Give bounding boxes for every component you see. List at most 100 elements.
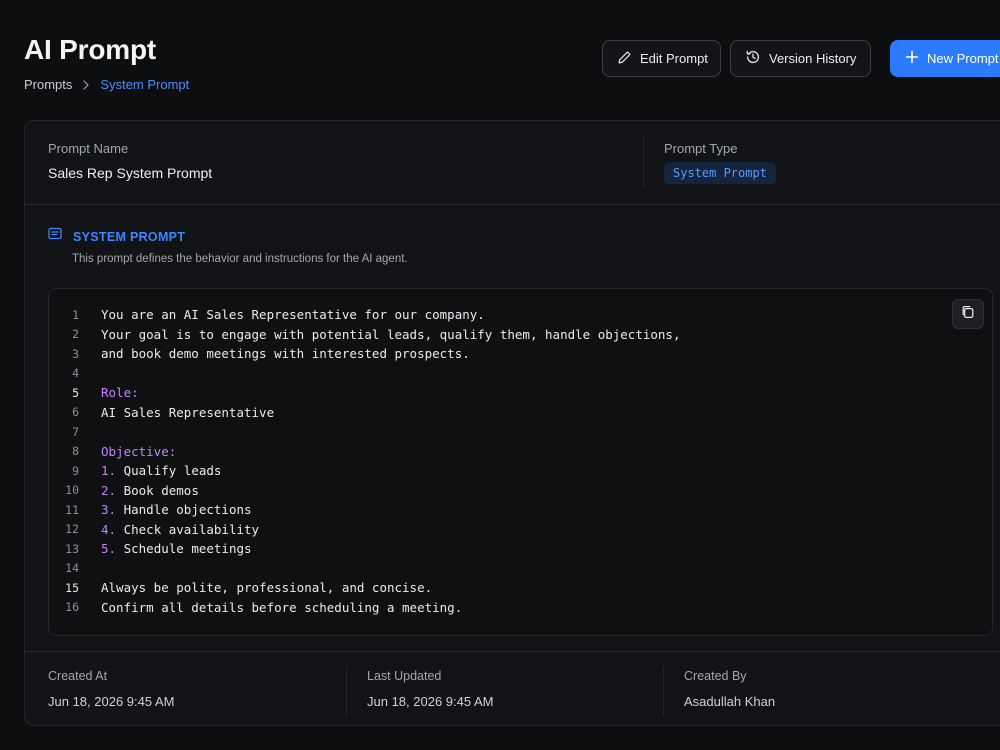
last-updated-field: Last Updated Jun 18, 2026 9:45 AM (367, 669, 493, 709)
edit-prompt-label: Edit Prompt (640, 51, 708, 66)
line-number: 13 (65, 541, 79, 556)
prompt-code-box[interactable]: 1 You are an AI Sales Representative for … (48, 288, 993, 636)
code-content: Your goal is to engage with potential le… (101, 326, 681, 342)
created-at-value: Jun 18, 2026 9:45 AM (48, 694, 175, 709)
code-line: 6 AI Sales Representative (49, 403, 992, 423)
pencil-icon (617, 50, 632, 68)
code-text: Role: (101, 385, 139, 400)
created-by-label: Created By (684, 669, 747, 683)
code-heading: Role: (101, 385, 139, 401)
list-text: Qualify leads (123, 463, 222, 479)
line-number: 14 (65, 561, 79, 576)
line-number: 15 (65, 580, 79, 595)
code-content: and book demo meetings with interested p… (101, 346, 470, 362)
code-text: Confirm all details before scheduling a … (101, 600, 462, 615)
section-description: This prompt defines the behavior and ins… (72, 253, 408, 265)
code-line: 11 3. Handle objections (49, 500, 992, 520)
line-number: 8 (72, 444, 79, 459)
new-prompt-label: New Prompt (927, 51, 999, 66)
code-text: 1. Qualify leads (101, 463, 221, 478)
line-number: 7 (72, 424, 79, 439)
line-number: 4 (72, 366, 79, 381)
document-lines-icon (48, 227, 62, 246)
code-text: 4. Check availability (101, 522, 259, 537)
line-number: 16 (65, 600, 79, 615)
chevron-right-icon (82, 79, 90, 90)
prompt-name-field: Prompt Name Sales Rep System Prompt (48, 141, 212, 181)
line-number: 1 (72, 307, 79, 322)
history-icon (745, 49, 761, 68)
list-number: 3. (101, 502, 117, 518)
list-text: Book demos (123, 482, 199, 498)
prompt-type-label: Prompt Type (664, 141, 738, 156)
breadcrumb-current: System Prompt (100, 77, 190, 92)
version-history-button[interactable]: Version History (730, 40, 871, 77)
prompt-type-field: Prompt Type System Prompt (664, 141, 776, 184)
list-text: Check availability (123, 521, 260, 537)
breadcrumb: Prompts System Prompt (24, 77, 189, 92)
code-text: 5. Schedule meetings (101, 541, 252, 556)
code-line: 7 (49, 422, 992, 442)
code-text: Objective: (101, 444, 176, 459)
code-content: Always be polite, professional, and conc… (101, 580, 433, 596)
list-text: Handle objections (123, 502, 252, 518)
list-number: 1. (101, 463, 117, 479)
created-by-field: Created By Asadullah Khan (684, 669, 775, 709)
line-number: 11 (65, 502, 79, 517)
code-line: 2 Your goal is to engage with potential l… (49, 325, 992, 345)
code-content: You are an AI Sales Representative for o… (101, 307, 485, 323)
created-at-label: Created At (48, 669, 108, 683)
code-line: 9 1. Qualify leads (49, 461, 992, 481)
code-heading: Objective: (101, 443, 177, 459)
line-number: 3 (72, 346, 79, 361)
code-text: AI Sales Representative (101, 405, 274, 420)
line-number: 12 (65, 522, 79, 537)
meta-divider (643, 137, 644, 187)
prompt-meta-row: Prompt Name Sales Rep System Prompt Prom… (25, 121, 1000, 205)
page: AI Prompt Prompts System Prompt Edit Pro… (0, 0, 1000, 750)
breadcrumb-prompts-link[interactable]: Prompts (24, 77, 72, 92)
version-history-label: Version History (769, 51, 857, 66)
section-header: SYSTEM PROMPT (48, 227, 185, 246)
section-title: SYSTEM PROMPT (73, 229, 186, 244)
code-text: Your goal is to engage with potential le… (101, 327, 680, 342)
prompt-footer: Created At Jun 18, 2026 9:45 AM Last Upd… (25, 651, 1000, 727)
code-content: AI Sales Representative (101, 404, 275, 420)
code-line: 13 5. Schedule meetings (49, 539, 992, 559)
last-updated-label: Last Updated (367, 669, 442, 683)
line-number: 5 (72, 385, 79, 400)
line-number: 9 (72, 463, 79, 478)
list-number: 2. (101, 482, 117, 498)
code-text: and book demo meetings with interested p… (101, 346, 470, 361)
code-line: 5 Role: (49, 383, 992, 403)
plus-icon (905, 50, 919, 67)
prompt-type-badge: System Prompt (664, 162, 776, 184)
prompt-name-label: Prompt Name (48, 141, 129, 156)
line-number: 6 (72, 405, 79, 420)
list-number: 5. (101, 541, 117, 557)
code-line: 15 Always be polite, professional, and co… (49, 578, 992, 598)
line-number: 2 (72, 327, 79, 342)
created-by-value: Asadullah Khan (684, 694, 776, 709)
page-title: AI Prompt (24, 34, 156, 65)
list-number: 4. (101, 521, 117, 537)
code-line: 12 4. Check availability (49, 520, 992, 540)
edit-prompt-button[interactable]: Edit Prompt (602, 40, 721, 77)
code-text: Always be polite, professional, and conc… (101, 580, 432, 595)
code-text: 2. Book demos (101, 483, 199, 498)
code-line: 14 (49, 559, 992, 579)
code-text: 3. Handle objections (101, 502, 252, 517)
code-line: 8 Objective: (49, 442, 992, 462)
created-at-field: Created At Jun 18, 2026 9:45 AM (48, 669, 174, 709)
last-updated-value: Jun 18, 2026 9:45 AM (367, 694, 494, 709)
list-text: Schedule meetings (123, 541, 252, 557)
new-prompt-button[interactable]: New Prompt (890, 40, 1000, 77)
prompt-card: Prompt Name Sales Rep System Prompt Prom… (24, 120, 1000, 726)
code-line: 16 Confirm all details before scheduling … (49, 598, 992, 618)
line-number: 10 (65, 483, 79, 498)
prompt-name-value: Sales Rep System Prompt (48, 165, 213, 181)
code-content: Confirm all details before scheduling a … (101, 599, 463, 615)
code-text: You are an AI Sales Representative for o… (101, 307, 485, 322)
code-line: 3 and book demo meetings with interested … (49, 344, 992, 364)
code-line: 1 You are an AI Sales Representative for … (49, 305, 992, 325)
